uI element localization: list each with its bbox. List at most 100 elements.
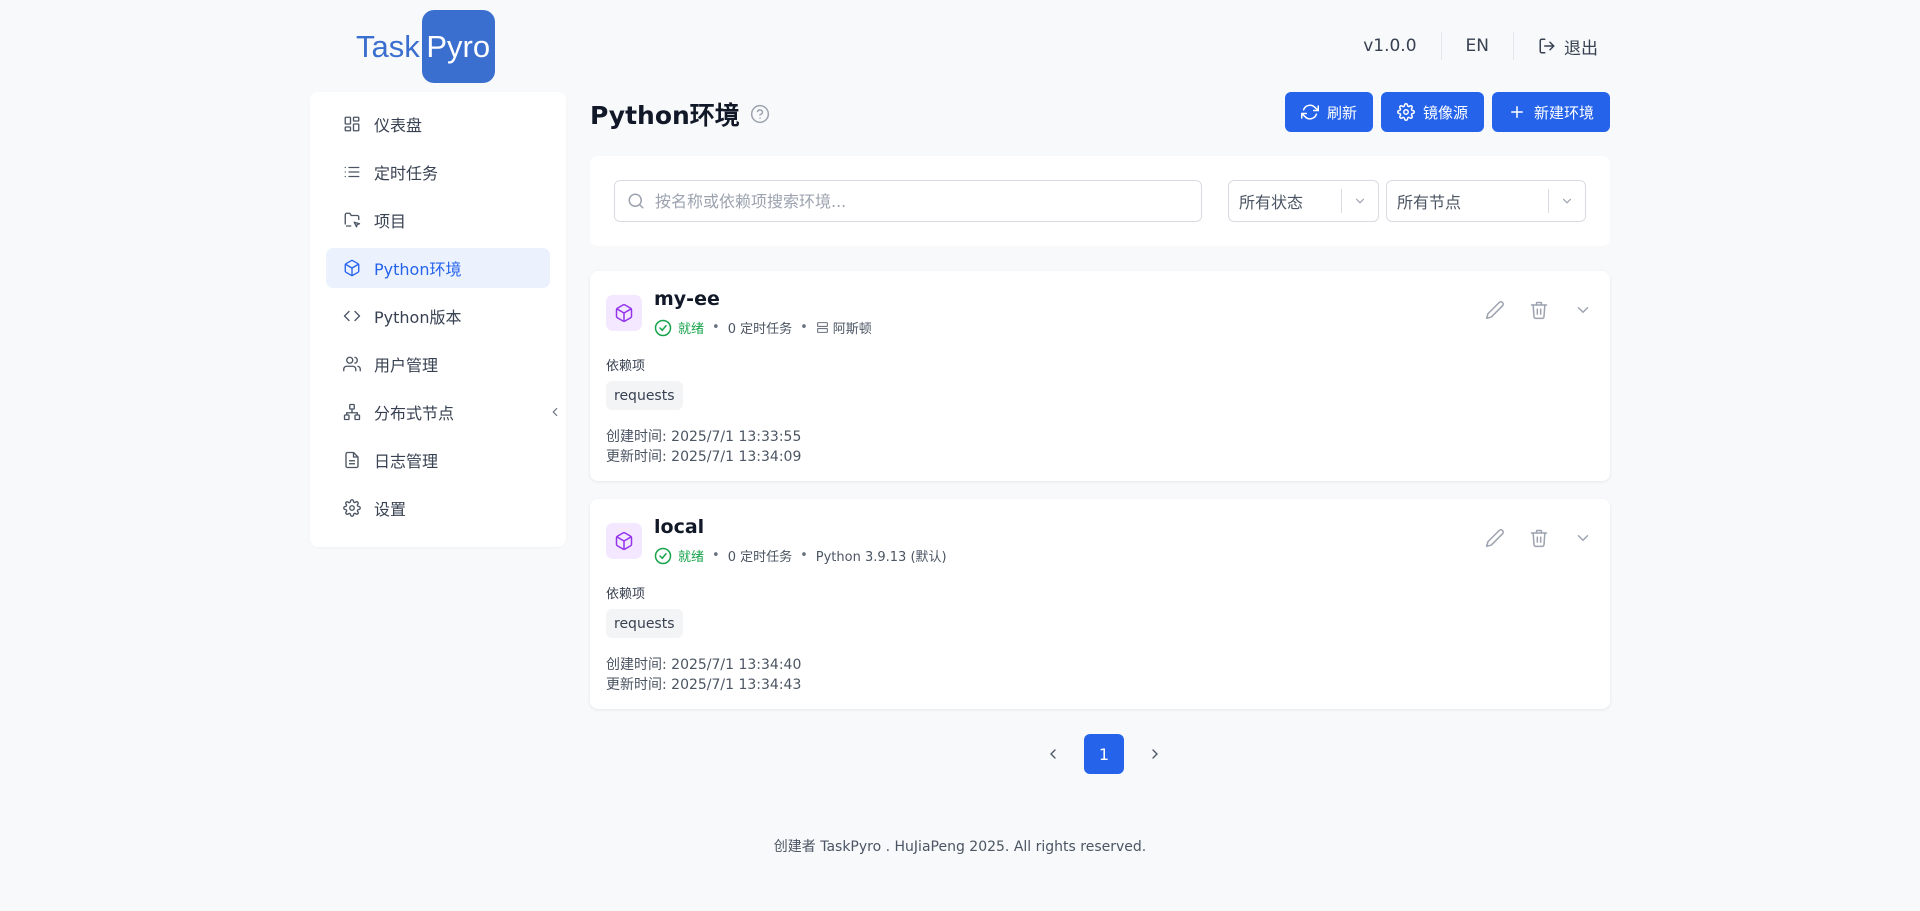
chevron-down-icon[interactable]	[1572, 299, 1594, 321]
package-icon	[342, 258, 362, 278]
sidebar-item-python-env[interactable]: Python环境	[326, 248, 550, 288]
sidebar-item-dashboard[interactable]: 仪表盘	[326, 104, 550, 144]
sidebar-item-logs[interactable]: 日志管理	[326, 440, 550, 480]
folder-icon	[342, 210, 362, 230]
sidebar-item-nodes[interactable]: 分布式节点	[326, 392, 550, 432]
environment-meta: 就绪 • 0 定时任务 • 阿斯顿	[654, 318, 872, 337]
separator-dot: •	[800, 320, 808, 335]
environment-actions	[1484, 299, 1594, 321]
gear-icon	[1397, 103, 1415, 121]
chevron-down-icon	[1549, 194, 1585, 208]
trash-icon[interactable]	[1528, 299, 1550, 321]
environment-card: my-ee 就绪 • 0 定时任务 • 阿斯顿 依赖项 requests 创建时…	[590, 271, 1610, 481]
sidebar-item-label: 定时任务	[374, 160, 438, 184]
sidebar-item-users[interactable]: 用户管理	[326, 344, 550, 384]
dashboard-icon	[342, 114, 362, 134]
updated-time: 更新时间: 2025/7/1 13:34:09	[606, 446, 801, 466]
users-icon	[342, 354, 362, 374]
logo-task-text: Task	[356, 29, 420, 65]
search-input[interactable]	[655, 192, 1189, 211]
status-select-value: 所有状态	[1229, 189, 1341, 213]
package-icon	[606, 295, 642, 331]
trash-icon[interactable]	[1528, 527, 1550, 549]
status-select[interactable]: 所有状态	[1228, 180, 1379, 222]
gear-icon	[342, 498, 362, 518]
footer-text: 创建者 TaskPyro . HuJiaPeng 2025. All right…	[0, 836, 1920, 856]
sidebar-item-python-version[interactable]: Python版本	[326, 296, 550, 336]
plus-icon	[1508, 103, 1526, 121]
file-text-icon	[342, 450, 362, 470]
status-text: 就绪	[678, 546, 704, 565]
page-number-button[interactable]: 1	[1084, 734, 1124, 774]
sidebar-item-label: 项目	[374, 208, 406, 232]
help-circle-icon[interactable]	[750, 104, 770, 124]
node-select-value: 所有节点	[1387, 189, 1548, 213]
new-environment-label: 新建环境	[1534, 102, 1594, 123]
sidebar-item-scheduled-tasks[interactable]: 定时任务	[326, 152, 550, 192]
version-label: v1.0.0	[1339, 28, 1440, 64]
separator-dot: •	[800, 548, 808, 563]
logo-pyro-text: Pyro	[422, 10, 495, 83]
dependency-tag: requests	[606, 609, 683, 638]
server-icon	[816, 321, 829, 334]
updated-time: 更新时间: 2025/7/1 13:34:43	[606, 674, 801, 694]
sidebar-item-settings[interactable]: 设置	[326, 488, 550, 528]
mirror-source-button[interactable]: 镜像源	[1381, 92, 1484, 132]
list-icon	[342, 162, 362, 182]
new-environment-button[interactable]: 新建环境	[1492, 92, 1610, 132]
code-icon	[342, 306, 362, 326]
prev-page-button[interactable]	[1040, 734, 1066, 774]
sidebar-item-projects[interactable]: 项目	[326, 200, 550, 240]
environment-name: local	[654, 516, 704, 538]
sidebar-item-label: 用户管理	[374, 352, 438, 376]
app-logo[interactable]: Task Pyro	[356, 10, 495, 83]
edit-icon[interactable]	[1484, 299, 1506, 321]
refresh-icon	[1301, 103, 1319, 121]
chevron-left-icon	[548, 405, 562, 419]
sidebar-item-label: 设置	[374, 496, 406, 520]
page-actions: 刷新 镜像源 新建环境	[1285, 92, 1610, 132]
sidebar-item-label: 分布式节点	[374, 400, 454, 424]
environment-card: local 就绪 • 0 定时任务 • Python 3.9.13 (默认) 依…	[590, 499, 1610, 709]
status-badge: 就绪	[654, 546, 704, 565]
header-actions: v1.0.0 EN 退出	[1339, 28, 1598, 64]
logout-icon	[1538, 37, 1556, 55]
search-icon	[627, 192, 645, 210]
task-count: 0 定时任务	[728, 318, 792, 337]
search-box	[614, 180, 1202, 222]
edit-icon[interactable]	[1484, 527, 1506, 549]
status-badge: 就绪	[654, 318, 704, 337]
sidebar-item-label: 仪表盘	[374, 112, 422, 136]
page-title: Python环境	[590, 96, 770, 132]
sidebar-item-label: Python环境	[374, 256, 461, 280]
created-time: 创建时间: 2025/7/1 13:33:55	[606, 426, 801, 446]
check-circle-icon	[654, 319, 672, 337]
created-time: 创建时间: 2025/7/1 13:34:40	[606, 654, 801, 674]
pagination: 1	[1040, 734, 1168, 774]
next-page-button[interactable]	[1142, 734, 1168, 774]
logout-label: 退出	[1564, 34, 1598, 59]
sidebar-item-label: Python版本	[374, 304, 461, 328]
node-select[interactable]: 所有节点	[1386, 180, 1586, 222]
collapse-sidebar-button[interactable]	[544, 398, 566, 426]
sidebar: 仪表盘 定时任务 项目 Python环境 Python版本 用户管理 分布式	[310, 92, 566, 547]
node-info: 阿斯顿	[816, 318, 872, 337]
dependency-tag: requests	[606, 381, 683, 410]
python-version-info: Python 3.9.13 (默认)	[816, 546, 947, 565]
task-count: 0 定时任务	[728, 546, 792, 565]
language-switch[interactable]: EN	[1442, 28, 1513, 64]
environment-actions	[1484, 527, 1594, 549]
chevron-down-icon	[1342, 194, 1378, 208]
mirror-source-label: 镜像源	[1423, 102, 1468, 123]
node-name: 阿斯顿	[833, 318, 872, 337]
environment-meta: 就绪 • 0 定时任务 • Python 3.9.13 (默认)	[654, 546, 947, 565]
dependencies-label: 依赖项	[606, 355, 645, 374]
separator-dot: •	[712, 548, 720, 563]
chevron-right-icon	[1147, 746, 1163, 762]
logout-button[interactable]: 退出	[1514, 28, 1598, 64]
dependencies-label: 依赖项	[606, 583, 645, 602]
package-icon	[606, 523, 642, 559]
refresh-button[interactable]: 刷新	[1285, 92, 1373, 132]
chevron-down-icon[interactable]	[1572, 527, 1594, 549]
refresh-label: 刷新	[1327, 102, 1357, 123]
